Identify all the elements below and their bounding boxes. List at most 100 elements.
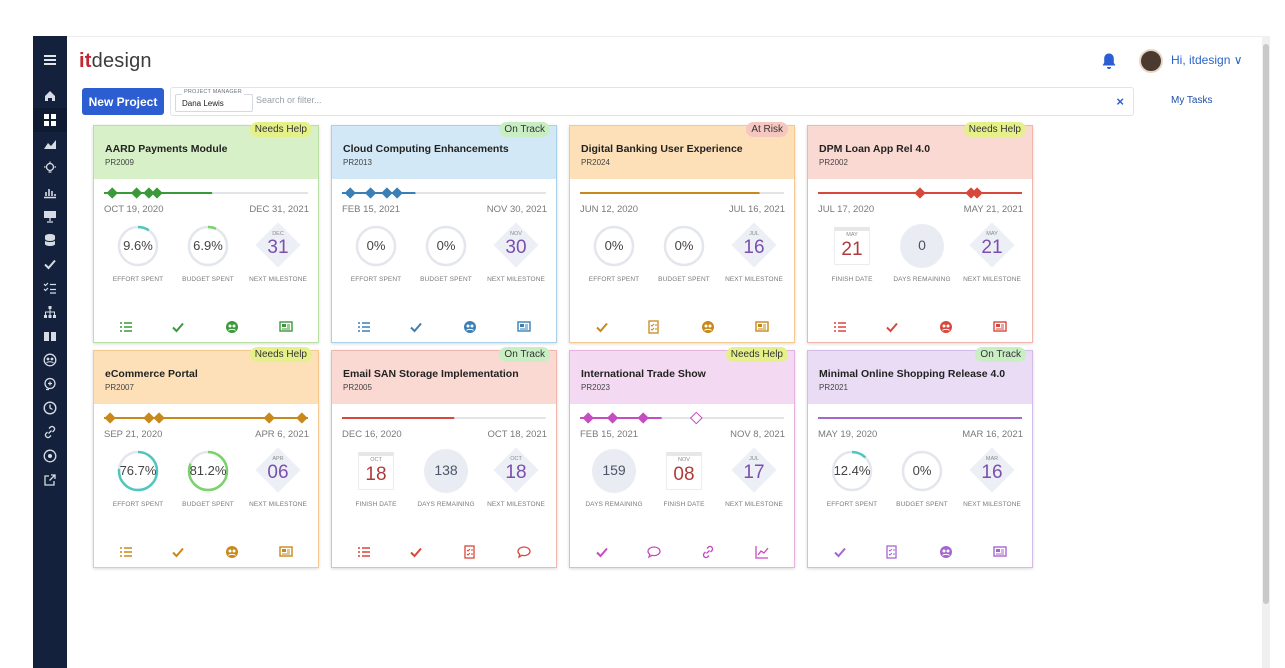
approve-check-icon[interactable]: [406, 543, 426, 561]
project-title[interactable]: AARD Payments Module: [105, 143, 228, 155]
skills-icon[interactable]: [33, 372, 67, 396]
resources-icon[interactable]: [33, 348, 67, 372]
user-menu[interactable]: Hi, itdesign ∨: [1171, 53, 1242, 67]
card-header: On Track Minimal Online Shopping Release…: [808, 347, 1032, 404]
checklist-icon[interactable]: [460, 543, 480, 561]
task-list-icon[interactable]: [830, 318, 850, 336]
card-metric: 159 DAYS REMAINING: [579, 449, 649, 527]
project-card[interactable]: On Track Minimal Online Shopping Release…: [807, 347, 1033, 568]
metric-label: BUDGET SPENT: [182, 276, 234, 283]
comment-icon[interactable]: [514, 543, 534, 561]
checklist-icon[interactable]: [33, 276, 67, 300]
page-scrollbar-thumb[interactable]: [1263, 44, 1269, 604]
card-actions: [332, 318, 556, 338]
library-icon[interactable]: [33, 324, 67, 348]
card-metric: DEC 31 NEXT MILESTONE: [243, 222, 313, 302]
project-card[interactable]: Needs Help International Trade Show PR20…: [569, 347, 795, 568]
metric-label: EFFORT SPENT: [112, 501, 164, 508]
metric-label: EFFORT SPENT: [112, 276, 164, 283]
card-metric: 0% BUDGET SPENT: [887, 449, 957, 527]
metric-day: 08: [673, 464, 695, 485]
database-icon[interactable]: [33, 228, 67, 252]
task-list-icon[interactable]: [116, 318, 136, 336]
project-manager-filter-chip[interactable]: PROJECT MANAGER Dana Lewis: [175, 89, 253, 112]
timesheet-icon[interactable]: [33, 396, 67, 420]
project-card[interactable]: On Track Email SAN Storage Implementatio…: [331, 347, 557, 568]
ideas-icon[interactable]: [33, 156, 67, 180]
checklist-icon[interactable]: [882, 543, 902, 561]
project-card[interactable]: Needs Help eCommerce Portal PR2007 SEP 2…: [93, 347, 319, 568]
search-input[interactable]: Search or filter...: [256, 95, 322, 105]
approvals-icon[interactable]: [33, 252, 67, 276]
resources-icon[interactable]: [222, 543, 242, 561]
project-card[interactable]: Needs Help DPM Loan App Rel 4.0 PR2002 J…: [807, 122, 1033, 343]
new-project-button[interactable]: New Project: [82, 88, 164, 115]
metric-day: 18: [365, 464, 387, 485]
resources-icon[interactable]: [698, 318, 718, 336]
metric-label: BUDGET SPENT: [896, 501, 948, 508]
home-icon[interactable]: [33, 84, 67, 108]
resources-icon[interactable]: [460, 318, 480, 336]
start-date: SEP 21, 2020: [104, 429, 163, 440]
resources-icon[interactable]: [936, 543, 956, 561]
milestone-diamond: [391, 187, 403, 199]
org-chart-icon[interactable]: [33, 300, 67, 324]
resources-icon[interactable]: [936, 318, 956, 336]
settings-icon[interactable]: [33, 444, 67, 468]
search-filter-bar[interactable]: PROJECT MANAGER Dana Lewis Search or fil…: [170, 87, 1134, 116]
milestone-diamond: [263, 412, 275, 424]
presentation-icon[interactable]: [33, 204, 67, 228]
end-date: MAR 16, 2021: [962, 429, 1023, 440]
presentation-icon[interactable]: [276, 543, 296, 561]
presentation-icon[interactable]: [276, 318, 296, 336]
link-icon[interactable]: [698, 543, 718, 561]
approve-check-icon[interactable]: [830, 543, 850, 561]
milestone-diamond: [130, 187, 143, 199]
start-date: OCT 19, 2020: [104, 204, 164, 215]
dashboard-icon[interactable]: [33, 108, 67, 132]
project-title[interactable]: DPM Loan App Rel 4.0: [819, 143, 930, 155]
notifications-bell-icon[interactable]: [1101, 52, 1117, 70]
approve-check-icon[interactable]: [592, 543, 612, 561]
approve-check-icon[interactable]: [406, 318, 426, 336]
task-list-icon[interactable]: [354, 543, 374, 561]
project-card[interactable]: On Track Cloud Computing Enhancements PR…: [331, 122, 557, 343]
project-card[interactable]: Needs Help AARD Payments Module PR2009 O…: [93, 122, 319, 343]
app-logo[interactable]: itdesign: [79, 50, 152, 73]
metric-label: NEXT MILESTONE: [963, 501, 1021, 508]
comment-icon[interactable]: [644, 543, 664, 561]
portfolio-icon[interactable]: [33, 132, 67, 156]
links-icon[interactable]: [33, 420, 67, 444]
clear-search-icon[interactable]: ×: [1116, 94, 1124, 109]
my-tasks-link[interactable]: My Tasks: [1171, 95, 1213, 106]
project-code: PR2005: [343, 383, 372, 392]
presentation-icon[interactable]: [990, 318, 1010, 336]
project-title[interactable]: eCommerce Portal: [105, 368, 198, 380]
reports-icon[interactable]: [33, 180, 67, 204]
project-title[interactable]: Minimal Online Shopping Release 4.0: [819, 368, 1005, 380]
approve-check-icon[interactable]: [168, 543, 188, 561]
presentation-icon[interactable]: [514, 318, 534, 336]
presentation-icon[interactable]: [752, 318, 772, 336]
project-title[interactable]: International Trade Show: [581, 368, 706, 380]
project-title[interactable]: Digital Banking User Experience: [581, 143, 743, 155]
project-timeline: [818, 417, 1022, 419]
approve-check-icon[interactable]: [592, 318, 612, 336]
task-list-icon[interactable]: [354, 318, 374, 336]
task-list-icon[interactable]: [116, 543, 136, 561]
export-icon[interactable]: [33, 468, 67, 492]
metric-day: 18: [505, 462, 527, 483]
project-timeline: [818, 187, 1022, 199]
analytics-chart-icon[interactable]: [752, 543, 772, 561]
card-header: On Track Cloud Computing Enhancements PR…: [332, 122, 556, 179]
project-title[interactable]: Cloud Computing Enhancements: [343, 143, 509, 155]
menu-icon[interactable]: [33, 48, 67, 72]
project-title[interactable]: Email SAN Storage Implementation: [343, 368, 519, 380]
resources-icon[interactable]: [222, 318, 242, 336]
project-card[interactable]: At Risk Digital Banking User Experience …: [569, 122, 795, 343]
presentation-icon[interactable]: [990, 543, 1010, 561]
approve-check-icon[interactable]: [168, 318, 188, 336]
checklist-icon[interactable]: [644, 318, 664, 336]
approve-check-icon[interactable]: [882, 318, 902, 336]
avatar[interactable]: [1139, 49, 1163, 73]
